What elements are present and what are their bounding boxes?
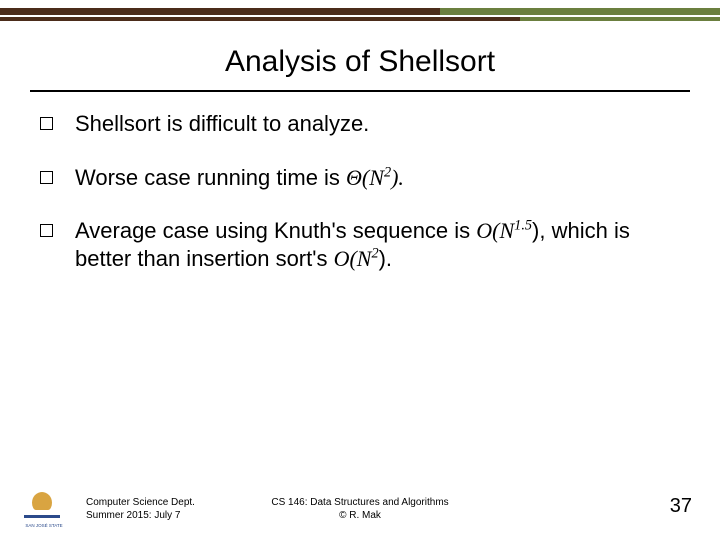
bar-row	[0, 17, 720, 21]
footer-center: CS 146: Data Structures and Algorithms ©…	[271, 497, 448, 522]
footer-left: Computer Science Dept. Summer 2015: July…	[86, 497, 195, 522]
slide-number: 37	[670, 495, 692, 518]
bar-green	[520, 17, 720, 21]
logo-bar	[24, 515, 60, 518]
slide-title: Analysis of Shellsort	[0, 45, 720, 79]
math-fragment: Θ(N	[346, 165, 384, 190]
superscript: 1.5	[514, 218, 532, 234]
university-logo: SAN JOSÉ STATE	[24, 492, 60, 526]
math-fragment: ).	[391, 165, 404, 190]
bar-green	[440, 8, 720, 15]
bar-dark	[0, 17, 520, 21]
text-fragment: Average case using Knuth's sequence is	[75, 218, 476, 243]
bullet-box-icon	[40, 117, 53, 130]
logo-flame-icon	[32, 492, 52, 510]
slide-body: Shellsort is difficult to analyze. Worse…	[40, 110, 680, 298]
bullet-item: Worse case running time is Θ(N2).	[40, 164, 680, 192]
bullet-box-icon	[40, 224, 53, 237]
decorative-top-bars	[0, 8, 720, 21]
text-fragment: ).	[379, 246, 392, 271]
bullet-box-icon	[40, 171, 53, 184]
bullet-text: Worse case running time is Θ(N2).	[75, 164, 680, 192]
footer: SAN JOSÉ STATE Computer Science Dept. Su…	[0, 478, 720, 528]
slide: Analysis of Shellsort Shellsort is diffi…	[0, 0, 720, 540]
bullet-item: Average case using Knuth's sequence is O…	[40, 217, 680, 272]
text-fragment: Worse case running time is	[75, 165, 346, 190]
footer-line: Computer Science Dept.	[86, 497, 195, 510]
footer-line: CS 146: Data Structures and Algorithms	[271, 497, 448, 510]
bar-dark	[0, 8, 440, 15]
math-fragment: O(N	[334, 246, 372, 271]
title-underline	[30, 90, 690, 92]
footer-line: © R. Mak	[271, 510, 448, 523]
bullet-text: Average case using Knuth's sequence is O…	[75, 217, 680, 272]
superscript: 2	[371, 245, 378, 261]
bar-row	[0, 8, 720, 15]
logo-text: SAN JOSÉ STATE	[24, 524, 64, 529]
math-fragment: O(N	[476, 218, 514, 243]
bullet-text: Shellsort is difficult to analyze.	[75, 110, 680, 138]
footer-line: Summer 2015: July 7	[86, 510, 195, 523]
bullet-item: Shellsort is difficult to analyze.	[40, 110, 680, 138]
